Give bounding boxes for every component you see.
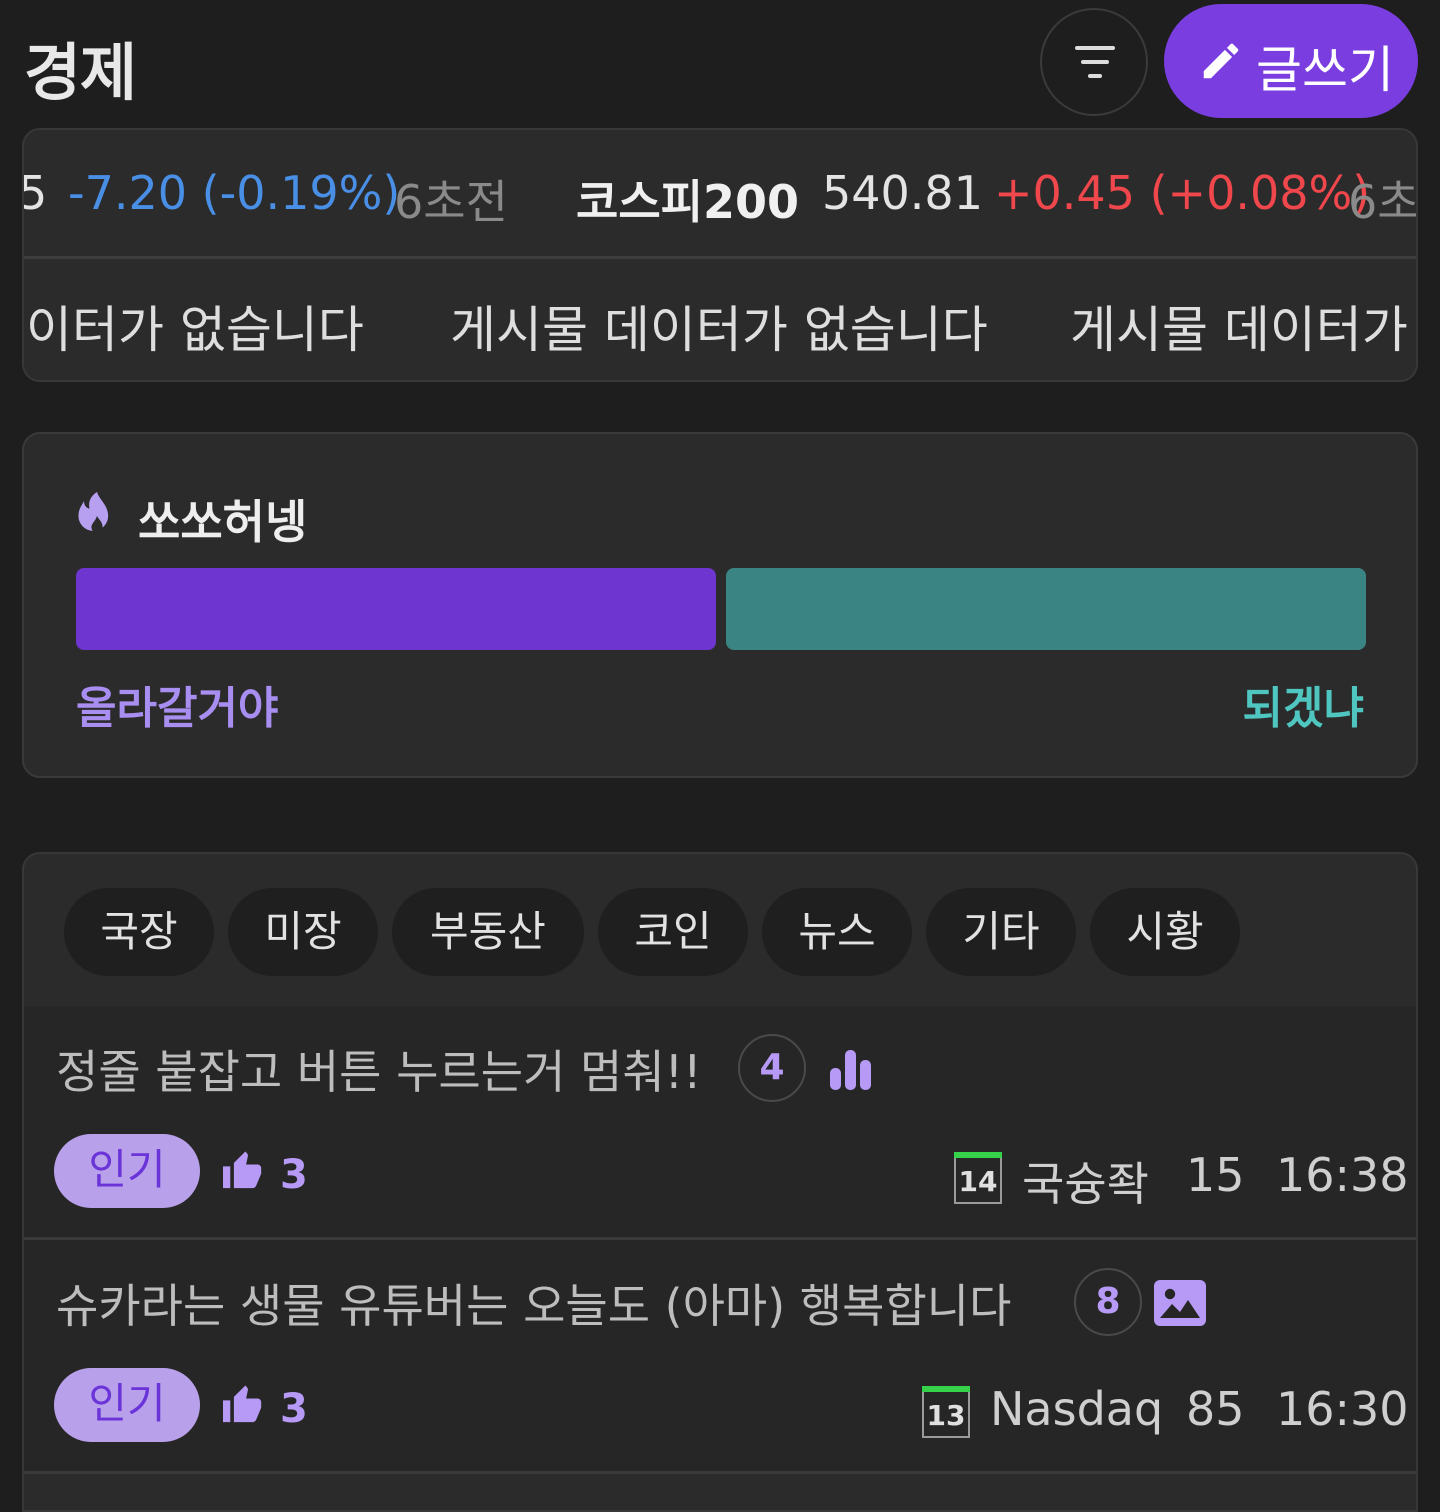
write-button[interactable]: 글쓰기 [1164, 4, 1418, 118]
popular-badge: 인기 [54, 1368, 200, 1442]
comment-count: 8 [1074, 1268, 1142, 1336]
view-count: 85 [1186, 1382, 1245, 1436]
image-icon [1154, 1280, 1206, 1326]
category-chip-market[interactable]: 시황 [1090, 888, 1240, 976]
user-level: 13 [926, 1399, 966, 1432]
page-title: 경제 [24, 36, 137, 109]
popular-badge: 인기 [54, 1134, 200, 1208]
user-level-badge: 14 [954, 1152, 1002, 1204]
user-level: 14 [958, 1165, 998, 1198]
post-title[interactable]: 정줄 붙잡고 버튼 누르는거 멈춰!! [56, 1036, 702, 1102]
prev-index-value: 5 [24, 166, 47, 220]
poll-option-right-bar[interactable] [726, 568, 1366, 650]
market-ticker: 5 -7.20 (-0.19%) 6초전 코스피200 540.81 +0.45… [22, 128, 1418, 382]
post-time: 16:30 [1276, 1382, 1409, 1436]
poll-option-left-bar[interactable] [76, 568, 716, 650]
filter-button[interactable] [1040, 8, 1148, 116]
filter-icon-line2 [1081, 60, 1109, 64]
like-count: 3 [280, 1152, 308, 1198]
thumbs-up-icon [223, 1151, 262, 1189]
view-count: 15 [1186, 1148, 1245, 1202]
marquee-message: 이터가 없습니다 [26, 301, 364, 359]
list-item[interactable]: 슈카라는 생물 유튜버는 오늘도 (아마) 행복합니다 8 인기 3 13 Na… [24, 1240, 1416, 1474]
marquee-message: 게시물 데이터가 없습니다 [450, 301, 988, 359]
index-name: 코스피200 [576, 175, 799, 229]
poll-title: 쏘쏘허넹 [138, 495, 308, 549]
marquee-message: 게시물 데이터가 없 [1070, 301, 1416, 359]
filter-icon-line3 [1088, 74, 1102, 78]
poll-option-right-label[interactable]: 되겠냐 [1243, 672, 1364, 736]
thumbs-up-icon [223, 1385, 262, 1423]
prev-index-change: -7.20 (-0.19%) [68, 166, 401, 220]
comment-count: 4 [738, 1034, 806, 1102]
index-time: 6초 [1348, 175, 1416, 229]
header: 경제 글쓰기 [0, 0, 1440, 122]
write-button-label: 글쓰기 [1256, 41, 1394, 99]
category-tabs: 국장 미장 부동산 코인 뉴스 기타 시황 [24, 854, 1416, 1006]
pencil-icon [1203, 43, 1239, 79]
post-list: 국장 미장 부동산 코인 뉴스 기타 시황 정줄 붙잡고 버튼 누르는거 멈춰!… [22, 852, 1418, 1512]
post-author[interactable]: Nasdaq [990, 1382, 1163, 1436]
category-chip-etc[interactable]: 기타 [926, 888, 1076, 976]
list-item[interactable]: 정줄 붙잡고 버튼 누르는거 멈춰!! 4 인기 3 14 국슝좍 15 16:… [24, 1006, 1416, 1240]
filter-icon [1075, 46, 1115, 50]
post-author[interactable]: 국슝좍 [1022, 1148, 1149, 1214]
index-value: 540.81 [822, 166, 983, 220]
category-chip-coin[interactable]: 코인 [598, 888, 748, 976]
category-chip-news[interactable]: 뉴스 [762, 888, 912, 976]
index-change: +0.45 (+0.08%) [994, 166, 1371, 220]
poll-chart-icon [830, 1050, 871, 1090]
poll-card: 쏘쏘허넹 올라갈거야 되겠냐 [22, 432, 1418, 778]
category-chip-realestate[interactable]: 부동산 [392, 888, 584, 976]
category-chip-us[interactable]: 미장 [228, 888, 378, 976]
post-time: 16:38 [1276, 1148, 1409, 1202]
user-level-badge: 13 [922, 1386, 970, 1438]
prev-index-time: 6초전 [394, 175, 508, 229]
post-title[interactable]: 슈카라는 생물 유튜버는 오늘도 (아마) 행복합니다 [56, 1270, 1011, 1336]
flame-icon [78, 491, 109, 533]
like-count: 3 [280, 1386, 308, 1432]
index-ticker-row: 5 -7.20 (-0.19%) 6초전 코스피200 540.81 +0.45… [24, 130, 1416, 259]
category-chip-korea[interactable]: 국장 [64, 888, 214, 976]
poll-option-left-label[interactable]: 올라갈거야 [76, 672, 278, 736]
